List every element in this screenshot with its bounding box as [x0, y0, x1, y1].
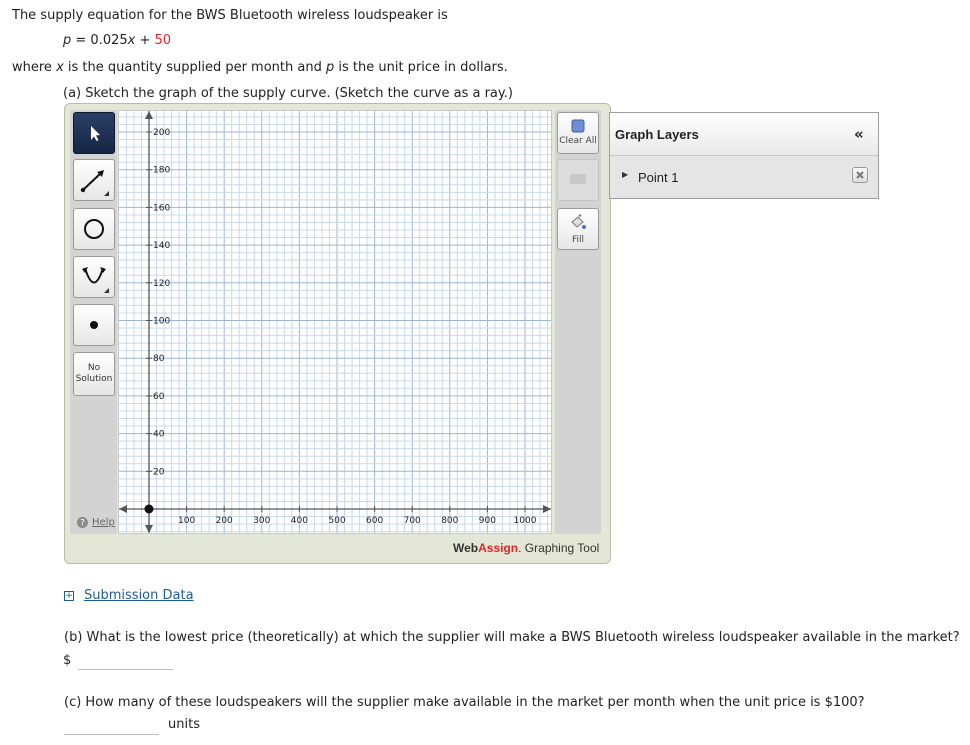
webassign-brand: WebAssign. Graphing Tool	[453, 541, 600, 555]
part-a-prompt: (a) Sketch the graph of the supply curve…	[63, 86, 513, 101]
arrow-cursor-icon	[91, 126, 100, 141]
circle-icon	[84, 219, 104, 239]
y-axis-arrow-up	[145, 111, 153, 119]
y-tick-label: 20	[153, 467, 165, 477]
y-tick-label: 180	[153, 166, 170, 176]
submission-data-toggle[interactable]: + Submission Data	[64, 588, 194, 603]
layer-item-label: Point 1	[638, 170, 679, 185]
x-axis-arrow-left	[119, 505, 127, 513]
point-icon	[90, 321, 98, 329]
x-tick-label: 900	[479, 516, 496, 526]
plotted-point	[144, 504, 154, 514]
part-b-prompt: (b) What is the lowest price (theoretica…	[64, 630, 960, 645]
parabola-tool-button[interactable]	[73, 256, 115, 298]
supply-equation: p = 0.025x + 50	[63, 33, 172, 48]
quantity-answer-input[interactable]	[64, 718, 159, 735]
y-tick-label: 100	[153, 317, 170, 327]
x-tick-label: 300	[253, 516, 270, 526]
equation-constant: 50	[154, 33, 172, 48]
expand-triangle-icon[interactable]: ▶	[622, 170, 628, 179]
currency-symbol: $	[63, 653, 72, 668]
y-tick-label: 60	[153, 392, 165, 402]
y-tick-label: 200	[153, 128, 170, 138]
variable-description: where x is the quantity supplied per mon…	[12, 60, 508, 75]
price-answer-input[interactable]	[78, 653, 173, 670]
fill-button[interactable]: Fill	[557, 208, 599, 250]
submission-data-link[interactable]: Submission Data	[84, 588, 194, 603]
y-tick-label: 140	[153, 241, 170, 251]
x-tick-label: 500	[328, 516, 345, 526]
question-intro: The supply equation for the BWS Bluetoot…	[12, 8, 448, 23]
collapse-icon[interactable]: «	[854, 125, 864, 143]
coordinate-grid[interactable]: 100 200 300 400 500 600 700 800 900 1000 20 40 60 80 1…	[119, 111, 551, 533]
delete-icon	[570, 174, 586, 184]
clear-icon	[571, 119, 585, 133]
pointer-tool-button[interactable]	[73, 112, 115, 154]
no-solution-button[interactable]: No Solution	[73, 352, 115, 396]
graph-layers-panel: Graph Layers « ▶ Point 1	[609, 112, 879, 199]
ray-tool-button[interactable]	[73, 159, 115, 201]
part-c-prompt: (c) How many of these loudspeakers will …	[64, 695, 865, 710]
clear-all-button[interactable]: Clear All	[557, 112, 599, 154]
layer-item[interactable]: ▶ Point 1	[610, 155, 878, 198]
circle-tool-button[interactable]	[73, 208, 115, 250]
graph-canvas[interactable]: 100 200 300 400 500 600 700 800 900 1000 20 40 60 80 1…	[118, 110, 552, 534]
delete-button	[557, 159, 599, 201]
x-tick-label: 700	[404, 516, 421, 526]
expand-plus-icon: +	[64, 590, 74, 601]
delete-layer-button[interactable]	[852, 167, 868, 183]
svg-text:?: ?	[80, 519, 85, 529]
y-tick-label: 40	[153, 430, 165, 440]
x-axis-arrow-right	[543, 505, 551, 513]
graph-layers-title: Graph Layers	[615, 127, 699, 142]
x-tick-label: 1000	[514, 516, 537, 526]
paint-bucket-icon	[571, 214, 586, 229]
close-icon	[856, 171, 864, 179]
y-tick-label: 120	[153, 279, 170, 289]
x-tick-label: 200	[216, 516, 233, 526]
parabola-icon	[82, 267, 109, 293]
x-tick-label: 100	[178, 516, 195, 526]
point-tool-button[interactable]	[73, 304, 115, 346]
units-label: units	[168, 717, 200, 732]
help-icon: ?	[77, 517, 88, 529]
x-tick-label: 400	[291, 516, 308, 526]
graph-layers-header: Graph Layers «	[610, 113, 878, 156]
y-tick-label: 160	[153, 203, 170, 213]
y-tick-label: 80	[153, 354, 165, 364]
x-tick-label: 600	[366, 516, 383, 526]
ray-icon	[80, 170, 109, 196]
x-tick-label: 800	[441, 516, 458, 526]
help-link[interactable]: ? Help	[76, 516, 115, 529]
